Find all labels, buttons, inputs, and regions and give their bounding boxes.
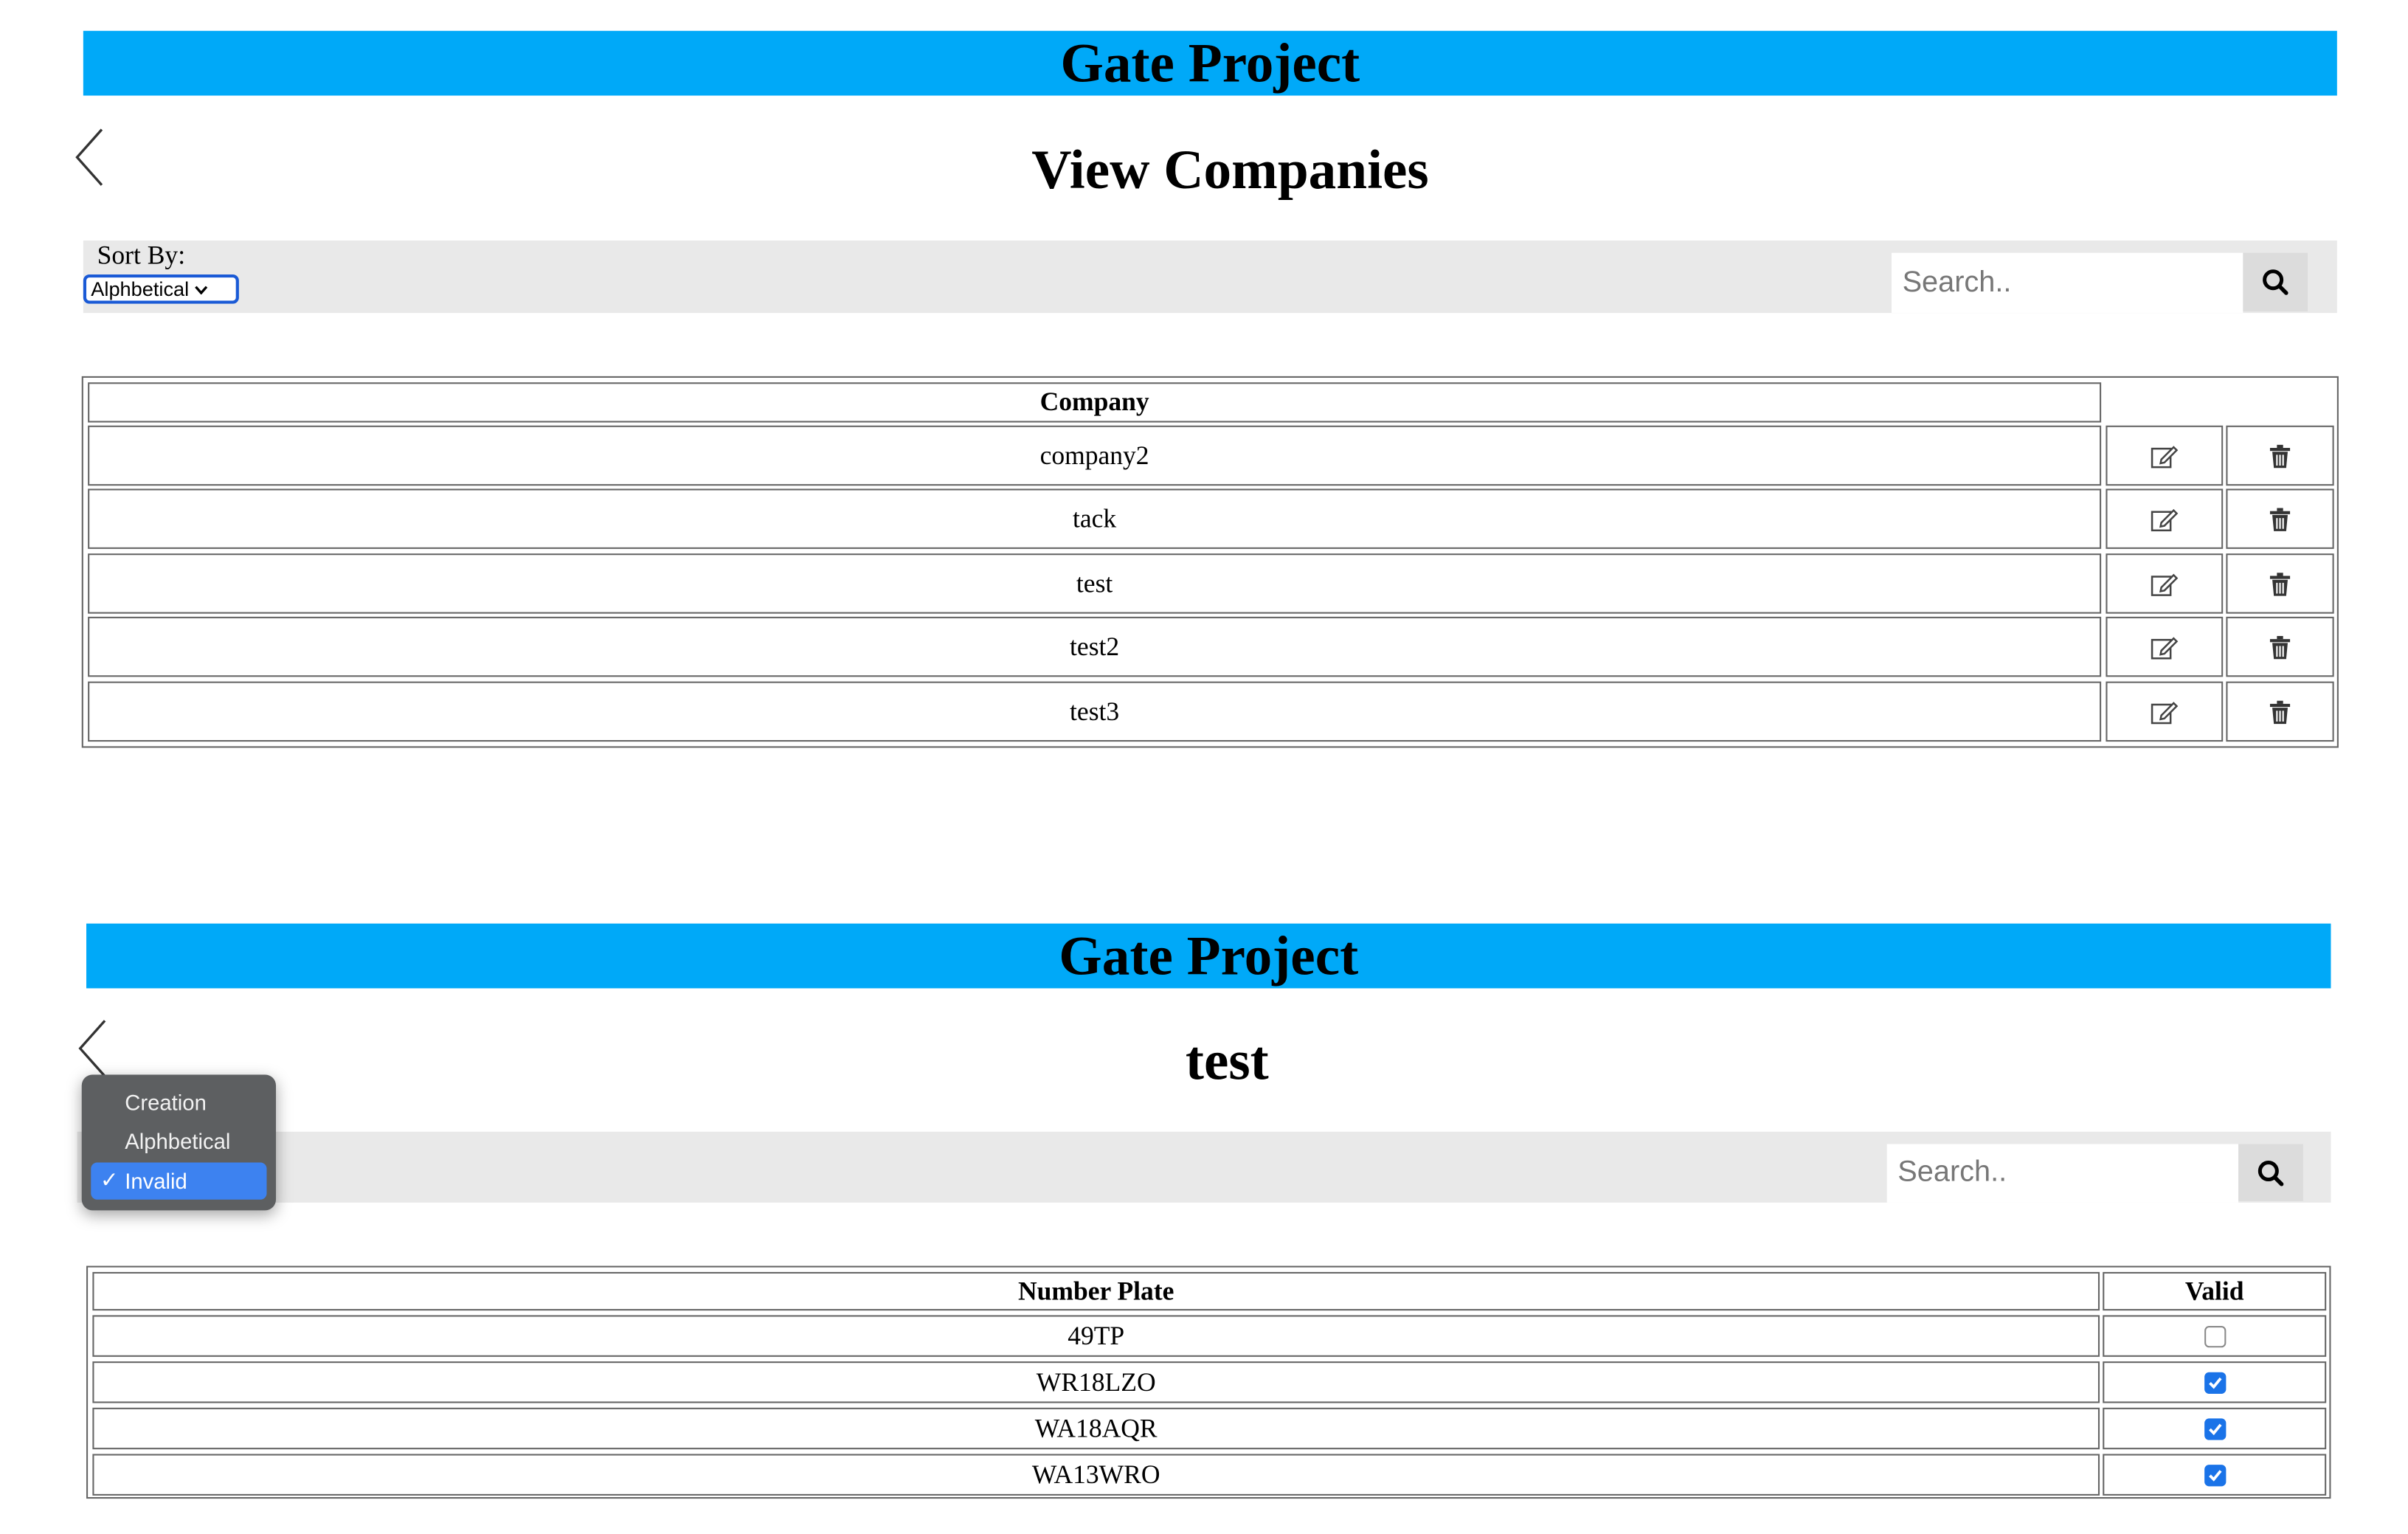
edit-button[interactable]	[2106, 616, 2224, 677]
valid-checkbox[interactable]	[2204, 1325, 2226, 1347]
edit-icon	[2151, 508, 2179, 531]
delete-button[interactable]	[2226, 681, 2334, 742]
toolbar: Sort By: Alphbetical Search..	[83, 240, 2337, 314]
search-icon	[2258, 1160, 2284, 1186]
search-placeholder: Search..	[1897, 1156, 2007, 1189]
number-plate-cell: WR18LZO	[92, 1361, 2100, 1403]
trash-icon	[2269, 507, 2291, 531]
delete-button[interactable]	[2226, 488, 2334, 549]
delete-button[interactable]	[2226, 553, 2334, 614]
edit-icon	[2151, 445, 2179, 468]
checkmark-icon: ✓	[100, 1167, 119, 1192]
company-name-cell: tack	[88, 488, 2102, 549]
search-button[interactable]	[2243, 252, 2308, 312]
page-title: View Companies	[1031, 139, 1429, 201]
company-name-cell: test3	[88, 681, 2102, 742]
chevron-down-icon	[194, 285, 207, 294]
checkmark-icon	[2208, 1469, 2221, 1481]
companies-table: Company company2 tack test test2 test3	[81, 376, 2339, 748]
edit-button[interactable]	[2106, 488, 2224, 549]
edit-icon	[2151, 701, 2179, 724]
company-name-cell: test2	[88, 616, 2102, 677]
valid-checkbox[interactable]	[2204, 1371, 2226, 1393]
trash-icon	[2269, 699, 2291, 724]
edit-button[interactable]	[2106, 553, 2224, 614]
column-header-company: Company	[88, 382, 2102, 423]
valid-cell	[2103, 1361, 2327, 1403]
toolbar: Search..	[77, 1131, 2331, 1203]
number-plate-cell: 49TP	[92, 1315, 2100, 1357]
delete-button[interactable]	[2226, 616, 2334, 677]
sort-option-invalid[interactable]: ✓ Invalid	[91, 1162, 267, 1200]
valid-cell	[2103, 1454, 2327, 1496]
search-button[interactable]	[2238, 1144, 2303, 1201]
sort-select[interactable]: Alphbetical	[83, 274, 239, 304]
valid-checkbox[interactable]	[2204, 1417, 2226, 1440]
page-title: test	[1185, 1029, 1269, 1092]
app-header-banner: Gate Project	[86, 923, 2331, 989]
search-icon	[2263, 269, 2288, 295]
number-plate-cell: WA18AQR	[92, 1407, 2100, 1450]
screenshot-canvas: Gate Project View Companies Sort By: Alp…	[0, 0, 2408, 1534]
app-title: Gate Project	[1060, 32, 1360, 94]
company-name-cell: company2	[88, 425, 2102, 486]
search-input[interactable]: Search..	[1891, 252, 2243, 314]
edit-icon	[2151, 636, 2179, 659]
search-input[interactable]: Search..	[1886, 1144, 2239, 1203]
valid-checkbox[interactable]	[2204, 1464, 2226, 1486]
sort-select-value: Alphbetical	[91, 277, 190, 301]
edit-button[interactable]	[2106, 681, 2224, 742]
valid-cell	[2103, 1315, 2327, 1357]
app-title: Gate Project	[1059, 925, 1359, 987]
sort-option-creation[interactable]: Creation	[91, 1084, 266, 1121]
sort-by-label: Sort By:	[97, 240, 186, 270]
number-plate-cell: WA13WRO	[92, 1454, 2100, 1496]
trash-icon	[2269, 572, 2291, 595]
valid-cell	[2103, 1407, 2327, 1450]
search-placeholder: Search..	[1902, 266, 2012, 299]
company-name-cell: test	[88, 553, 2102, 614]
edit-icon	[2151, 573, 2179, 595]
sort-dropdown-menu: Creation Alphbetical ✓ Invalid	[81, 1074, 277, 1211]
edit-button[interactable]	[2106, 425, 2224, 486]
checkmark-icon	[2208, 1423, 2221, 1435]
trash-icon	[2269, 635, 2291, 659]
trash-icon	[2269, 443, 2291, 468]
column-header-valid: Valid	[2103, 1271, 2327, 1311]
column-header-number-plate: Number Plate	[92, 1271, 2100, 1311]
checkmark-icon	[2208, 1376, 2221, 1389]
delete-button[interactable]	[2226, 425, 2334, 486]
app-header-banner: Gate Project	[83, 30, 2337, 96]
sort-option-alphabetical[interactable]: Alphbetical	[91, 1122, 266, 1159]
number-plates-table: Number Plate Valid 49TP WR18LZO WA18AQR …	[86, 1265, 2331, 1499]
